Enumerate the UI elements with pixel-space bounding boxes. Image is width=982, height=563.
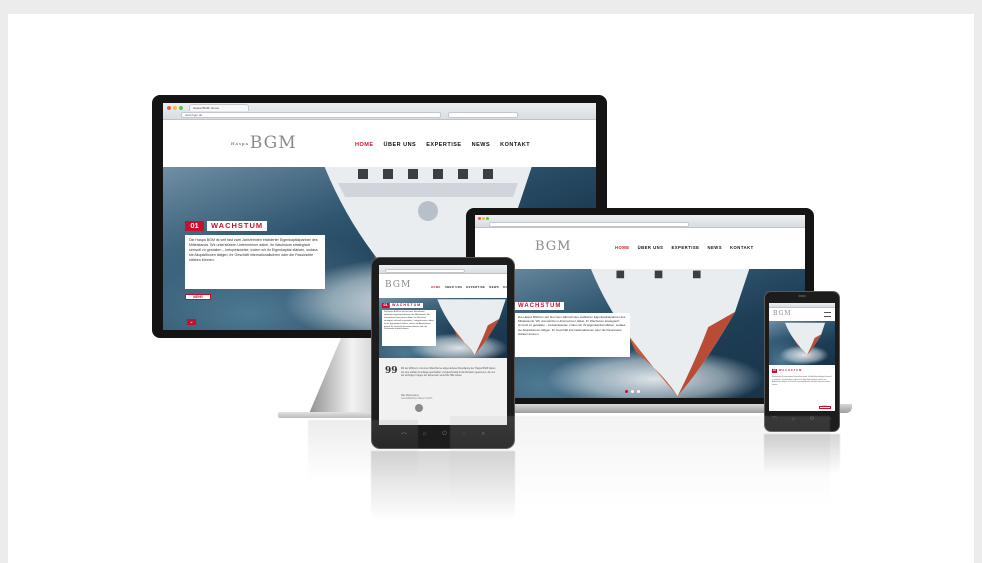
laptop-nav-kontakt[interactable]: KONTAKT (730, 245, 754, 250)
site-logo[interactable]: HaspaBGM (231, 133, 297, 153)
phone-camera (798, 295, 806, 297)
laptop-slide-heading: WACHSTUM (515, 302, 565, 310)
tablet-quote-section: 99 Mit der Effizienz und einer Waschkurv… (379, 358, 507, 425)
logo-prefix: Haspa (231, 141, 249, 146)
tablet-browser-chrome (379, 265, 507, 274)
laptop-right-edge (840, 404, 852, 413)
phone-slide-number: 01 (772, 369, 777, 373)
showcase-panel: Haspa BGM: Home www.bgm.de HaspaBGM HOME… (8, 14, 974, 563)
phone-slide-heading: WACHSTUM (778, 369, 804, 373)
phone-slide-text: Die Haspa BGM ist seit fast zwei Jahrzeh… (772, 375, 832, 386)
slide-heading: WACHSTUM (207, 221, 268, 231)
tablet-nav-news[interactable]: NEWS (489, 286, 499, 289)
tab-title: Haspa BGM: Home (193, 106, 220, 110)
laptop-close-dot[interactable] (478, 217, 481, 220)
phone-logo-main: BGM (773, 310, 792, 317)
phone-slide-badge: 01 WACHSTUM (772, 369, 804, 373)
tablet-screen: BGM HOME ÜBER UNS EXPERTISE NEWS KONTAKT (379, 265, 507, 425)
laptop-logo-main: BGM (535, 239, 572, 254)
tablet-nav-home[interactable]: HOME (431, 286, 441, 289)
maximize-dot[interactable] (179, 106, 183, 110)
close-dot[interactable] (167, 106, 171, 110)
minimize-dot[interactable] (173, 106, 177, 110)
nav-ueber-uns[interactable]: ÜBER UNS (384, 142, 417, 148)
site-nav: HOME ÜBER UNS EXPERTISE NEWS KONTAKT (355, 142, 530, 148)
tablet-nav-expertise[interactable]: EXPERTISE (466, 286, 485, 289)
tablet-logo-main: BGM (385, 280, 412, 290)
slide-badge: 01 WACHSTUM (185, 221, 268, 231)
home-key-icon[interactable]: ⌂ (423, 431, 427, 441)
phone-site-logo[interactable]: BGM (773, 310, 791, 317)
laptop-slide-text: Die Haspa BGM ist seit fast zwei Jahrzeh… (518, 315, 626, 336)
tablet-hero-image: 01 WACHSTUM Die Haspa BGM ist seit fast … (379, 298, 507, 358)
laptop-nav-home[interactable]: HOME (615, 245, 630, 250)
laptop-hero-image: WACHSTUM Die Haspa BGM ist seit fast zwe… (475, 269, 805, 398)
tablet-site-logo[interactable]: BGM (385, 280, 411, 290)
laptop: BGM HOME ÜBER UNS EXPERTISE NEWS KONTAKT (450, 208, 830, 413)
laptop-slide-badge: WACHSTUM (515, 302, 565, 310)
slide-text: Die Haspa BGM ist seit fast zwei Jahrzeh… (189, 238, 318, 263)
browser-tab[interactable]: Haspa BGM: Home (189, 104, 249, 111)
phone-hero-image (769, 321, 835, 365)
laptop-slider-dot[interactable] (637, 390, 640, 393)
laptop-slider-dot[interactable] (625, 390, 628, 393)
tablet-quote-mark: 99 (385, 366, 398, 376)
phone-ship-bow-image (784, 322, 826, 356)
laptop-site-logo[interactable]: BGM (535, 239, 572, 254)
more-label: MEHR (193, 295, 203, 299)
tablet-ship-bow-image (437, 299, 506, 355)
tablet-slide-number: 01 (382, 303, 389, 308)
tablet-address-bar[interactable] (385, 269, 465, 273)
tablet-nav-kontakt[interactable]: KONTAKT (503, 286, 507, 289)
laptop-nav-news[interactable]: NEWS (707, 245, 722, 250)
phone-reflection (764, 434, 840, 474)
nav-expertise[interactable]: EXPERTISE (426, 142, 461, 148)
tablet-site-header: BGM HOME ÜBER UNS EXPERTISE NEWS KONTAKT (379, 274, 507, 298)
site-header: HaspaBGM HOME ÜBER UNS EXPERTISE NEWS KO… (163, 120, 596, 167)
scroll-down-icon[interactable]: ⌄ (187, 319, 196, 325)
search-box[interactable] (448, 112, 518, 118)
tablet-slide-textbox: Die Haspa BGM ist seit fast zwei Jahrzeh… (382, 310, 436, 346)
laptop-slide-textbox: Die Haspa BGM ist seit fast zwei Jahrzeh… (515, 313, 630, 357)
tablet-slide-heading: WACHSTUM (390, 303, 424, 308)
laptop-site-nav: HOME ÜBER UNS EXPERTISE NEWS KONTAKT (615, 245, 754, 250)
laptop-address-bar[interactable] (489, 222, 689, 227)
address-url: www.bgm.de (185, 113, 203, 117)
tablet-slide-text: Die Haspa BGM ist seit fast zwei Jahrzeh… (384, 311, 434, 331)
laptop-browser-chrome (475, 215, 805, 228)
tablet-nav-ueber-uns[interactable]: ÜBER UNS (445, 286, 463, 289)
phone-screen: BGM 01 WACHSTUM Die Haspa BGM ist seit f… (769, 303, 835, 411)
menu-icon[interactable] (824, 312, 831, 317)
address-bar[interactable]: www.bgm.de (181, 112, 441, 118)
laptop-nav-ueber-uns[interactable]: ÜBER UNS (638, 245, 664, 250)
tablet-quote-role: Geschäftsführer Muster GmbH (401, 398, 433, 400)
laptop-screen: BGM HOME ÜBER UNS EXPERTISE NEWS KONTAKT (475, 215, 805, 398)
laptop-maximize-dot[interactable] (486, 217, 489, 220)
tablet-slide-badge: 01 WACHSTUM (382, 303, 424, 308)
nav-kontakt[interactable]: KONTAKT (500, 142, 530, 148)
phone-more-label: MEHR (822, 407, 828, 408)
laptop-minimize-dot[interactable] (482, 217, 485, 220)
power-key-icon[interactable]: ⏻ (442, 431, 447, 441)
tablet-quote-author: Max Mustermann (401, 395, 419, 397)
browser-chrome: Haspa BGM: Home www.bgm.de (163, 103, 596, 120)
slide-number: 01 (185, 221, 204, 231)
nav-home[interactable]: HOME (355, 142, 374, 148)
laptop-slider-dot[interactable] (631, 390, 634, 393)
phone-site-header: BGM (769, 308, 835, 321)
laptop-slider-dots[interactable] (625, 390, 649, 393)
monitor-stand-reflection (308, 420, 418, 480)
laptop-site-header: BGM HOME ÜBER UNS EXPERTISE NEWS KONTAKT (475, 228, 805, 269)
tablet-site-nav: HOME ÜBER UNS EXPERTISE NEWS KONTAKT (431, 286, 507, 289)
thumbs-up-icon (415, 404, 423, 412)
logo-main: BGM (249, 133, 297, 153)
more-button[interactable]: MEHR (185, 294, 211, 300)
phone-more-button[interactable]: MEHR (819, 406, 831, 409)
laptop-nav-expertise[interactable]: EXPERTISE (671, 245, 699, 250)
phone: BGM 01 WACHSTUM Die Haspa BGM ist seit f… (764, 291, 840, 432)
slide-textbox: Die Haspa BGM ist seit fast zwei Jahrzeh… (185, 235, 325, 289)
tablet-quote-text: Mit der Effizienz und einer Waschkurve a… (401, 367, 496, 378)
nav-news[interactable]: NEWS (472, 142, 491, 148)
